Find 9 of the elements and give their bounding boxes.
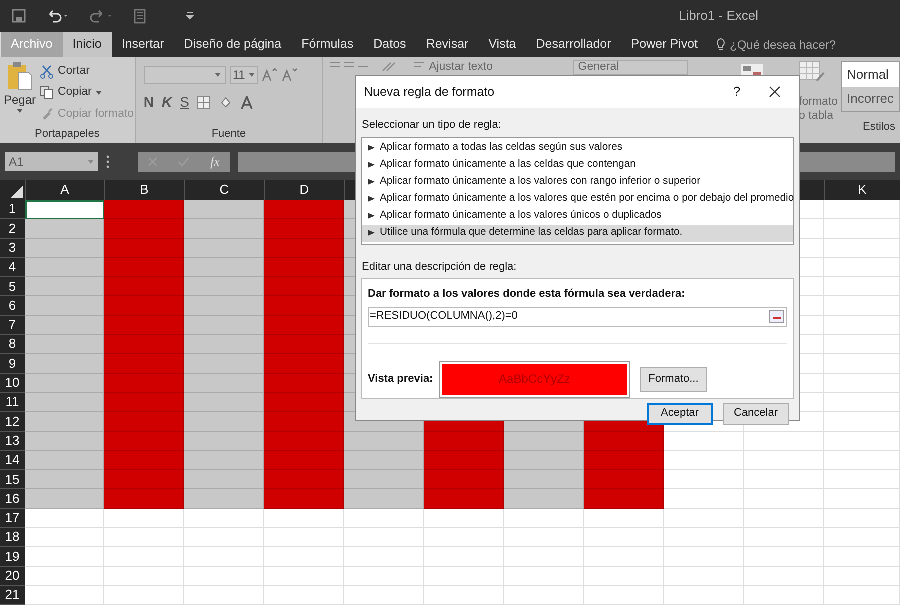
window-title: Libro1 - Excel (679, 7, 758, 26)
preview-text: AaBbCcYyZz (499, 371, 570, 388)
group-label: Estilos (863, 120, 896, 136)
formula-label: Dar formato a los valores donde esta fórmula sea verdadera: (368, 287, 686, 302)
group-label: Fuente (212, 126, 246, 142)
group-label: Portapapeles (35, 126, 100, 142)
dialog-title: Nueva regla de formato (364, 84, 496, 101)
section-label: Editar una descripción de regla: (362, 260, 517, 272)
section-label: Seleccionar un tipo de regla: (362, 119, 502, 131)
